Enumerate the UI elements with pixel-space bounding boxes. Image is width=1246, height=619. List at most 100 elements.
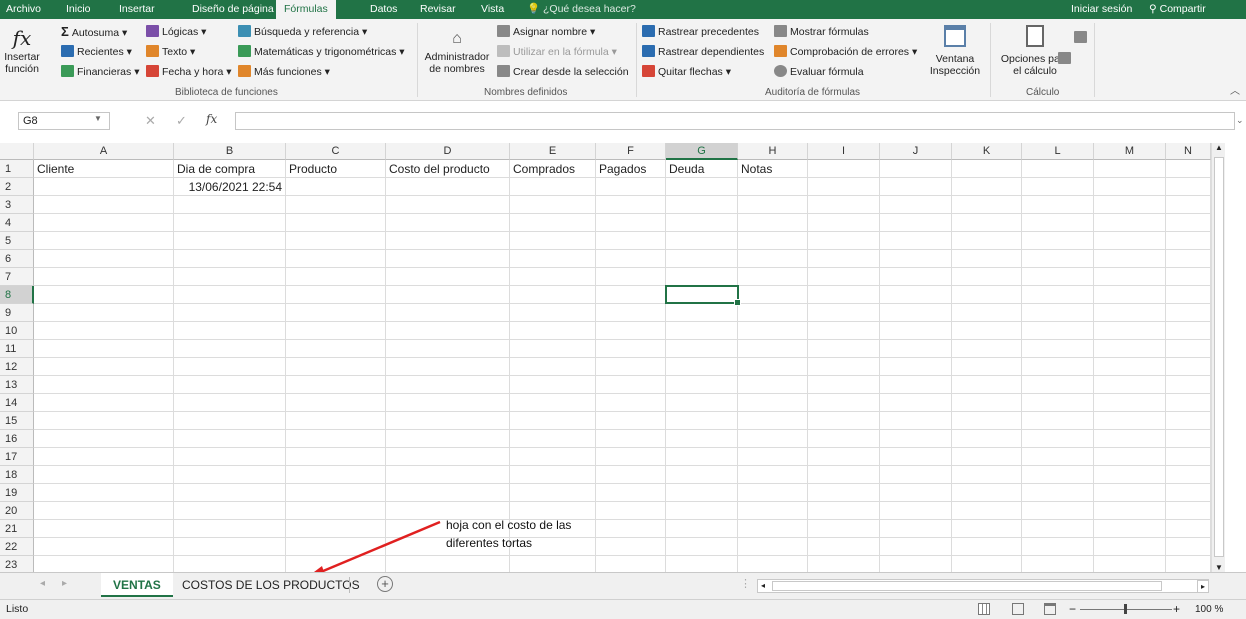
cell-i18[interactable] — [808, 466, 880, 484]
cell-c18[interactable] — [286, 466, 386, 484]
cell-e11[interactable] — [510, 340, 596, 358]
tab-split-handle[interactable]: ⋮ — [740, 577, 751, 590]
cell-k6[interactable] — [952, 250, 1022, 268]
cell-g1[interactable]: Deuda — [666, 160, 738, 178]
cell-f19[interactable] — [596, 484, 666, 502]
cell-f10[interactable] — [596, 322, 666, 340]
cell-a15[interactable] — [34, 412, 174, 430]
cell-d17[interactable] — [386, 448, 510, 466]
cell-k5[interactable] — [952, 232, 1022, 250]
horizontal-scroll-thumb[interactable] — [772, 581, 1162, 591]
cell-g18[interactable] — [666, 466, 738, 484]
cell-b3[interactable] — [174, 196, 286, 214]
cell-k7[interactable] — [952, 268, 1022, 286]
cell-i4[interactable] — [808, 214, 880, 232]
cell-b9[interactable] — [174, 304, 286, 322]
row-header-14[interactable]: 14 — [0, 394, 34, 412]
cell-l3[interactable] — [1022, 196, 1094, 214]
cell-j6[interactable] — [880, 250, 952, 268]
enter-icon[interactable]: ✓ — [176, 113, 187, 129]
cell-h5[interactable] — [738, 232, 808, 250]
cell-h22[interactable] — [738, 538, 808, 556]
cell-a13[interactable] — [34, 376, 174, 394]
cell-m22[interactable] — [1094, 538, 1166, 556]
vertical-scrollbar[interactable]: ▲ ▼ — [1211, 143, 1225, 572]
cell-i13[interactable] — [808, 376, 880, 394]
cell-b14[interactable] — [174, 394, 286, 412]
cell-b5[interactable] — [174, 232, 286, 250]
row-header-15[interactable]: 15 — [0, 412, 34, 430]
cell-i20[interactable] — [808, 502, 880, 520]
cell-b20[interactable] — [174, 502, 286, 520]
row-header-7[interactable]: 7 — [0, 268, 34, 286]
row-header-9[interactable]: 9 — [0, 304, 34, 322]
cell-h14[interactable] — [738, 394, 808, 412]
cell-c3[interactable] — [286, 196, 386, 214]
column-header-m[interactable]: M — [1094, 143, 1166, 160]
cell-g17[interactable] — [666, 448, 738, 466]
cell-j21[interactable] — [880, 520, 952, 538]
cell-k8[interactable] — [952, 286, 1022, 304]
cell-n7[interactable] — [1166, 268, 1211, 286]
cell-h4[interactable] — [738, 214, 808, 232]
cell-f17[interactable] — [596, 448, 666, 466]
cell-i12[interactable] — [808, 358, 880, 376]
row-header-20[interactable]: 20 — [0, 502, 34, 520]
recent-button[interactable]: Recientes ▾ — [61, 45, 132, 59]
cell-m21[interactable] — [1094, 520, 1166, 538]
cell-l15[interactable] — [1022, 412, 1094, 430]
cell-n5[interactable] — [1166, 232, 1211, 250]
cell-j16[interactable] — [880, 430, 952, 448]
scroll-down-icon[interactable]: ▼ — [1215, 563, 1223, 572]
cell-d5[interactable] — [386, 232, 510, 250]
cell-c7[interactable] — [286, 268, 386, 286]
cell-f16[interactable] — [596, 430, 666, 448]
cell-j10[interactable] — [880, 322, 952, 340]
cell-i6[interactable] — [808, 250, 880, 268]
cell-d8[interactable] — [386, 286, 510, 304]
cell-a8[interactable] — [34, 286, 174, 304]
cell-d4[interactable] — [386, 214, 510, 232]
cell-g9[interactable] — [666, 304, 738, 322]
cell-m2[interactable] — [1094, 178, 1166, 196]
cell-i14[interactable] — [808, 394, 880, 412]
cell-d2[interactable] — [386, 178, 510, 196]
cell-a21[interactable] — [34, 520, 174, 538]
cell-l2[interactable] — [1022, 178, 1094, 196]
cell-h17[interactable] — [738, 448, 808, 466]
cell-n18[interactable] — [1166, 466, 1211, 484]
cell-l8[interactable] — [1022, 286, 1094, 304]
cell-d16[interactable] — [386, 430, 510, 448]
cell-j4[interactable] — [880, 214, 952, 232]
cell-l20[interactable] — [1022, 502, 1094, 520]
cell-l10[interactable] — [1022, 322, 1094, 340]
cell-e3[interactable] — [510, 196, 596, 214]
cell-g12[interactable] — [666, 358, 738, 376]
cell-j9[interactable] — [880, 304, 952, 322]
cell-l9[interactable] — [1022, 304, 1094, 322]
cell-e17[interactable] — [510, 448, 596, 466]
name-manager-button[interactable]: ⌂ Administrador de nombres — [421, 27, 493, 75]
cell-f8[interactable] — [596, 286, 666, 304]
cell-l17[interactable] — [1022, 448, 1094, 466]
cell-f14[interactable] — [596, 394, 666, 412]
error-checking-button[interactable]: Comprobación de errores ▾ — [774, 45, 917, 59]
cell-h7[interactable] — [738, 268, 808, 286]
cell-l21[interactable] — [1022, 520, 1094, 538]
cell-a17[interactable] — [34, 448, 174, 466]
cell-c9[interactable] — [286, 304, 386, 322]
cell-n15[interactable] — [1166, 412, 1211, 430]
cell-g19[interactable] — [666, 484, 738, 502]
calculate-now-button[interactable] — [1074, 31, 1090, 45]
cell-d15[interactable] — [386, 412, 510, 430]
logical-button[interactable]: Lógicas ▾ — [146, 25, 206, 39]
cell-i16[interactable] — [808, 430, 880, 448]
cell-i7[interactable] — [808, 268, 880, 286]
prev-sheet-icon[interactable]: ◂ — [40, 578, 45, 589]
cell-i10[interactable] — [808, 322, 880, 340]
cell-d1[interactable]: Costo del producto — [386, 160, 510, 178]
cell-m4[interactable] — [1094, 214, 1166, 232]
cell-h2[interactable] — [738, 178, 808, 196]
cell-e5[interactable] — [510, 232, 596, 250]
cell-c12[interactable] — [286, 358, 386, 376]
